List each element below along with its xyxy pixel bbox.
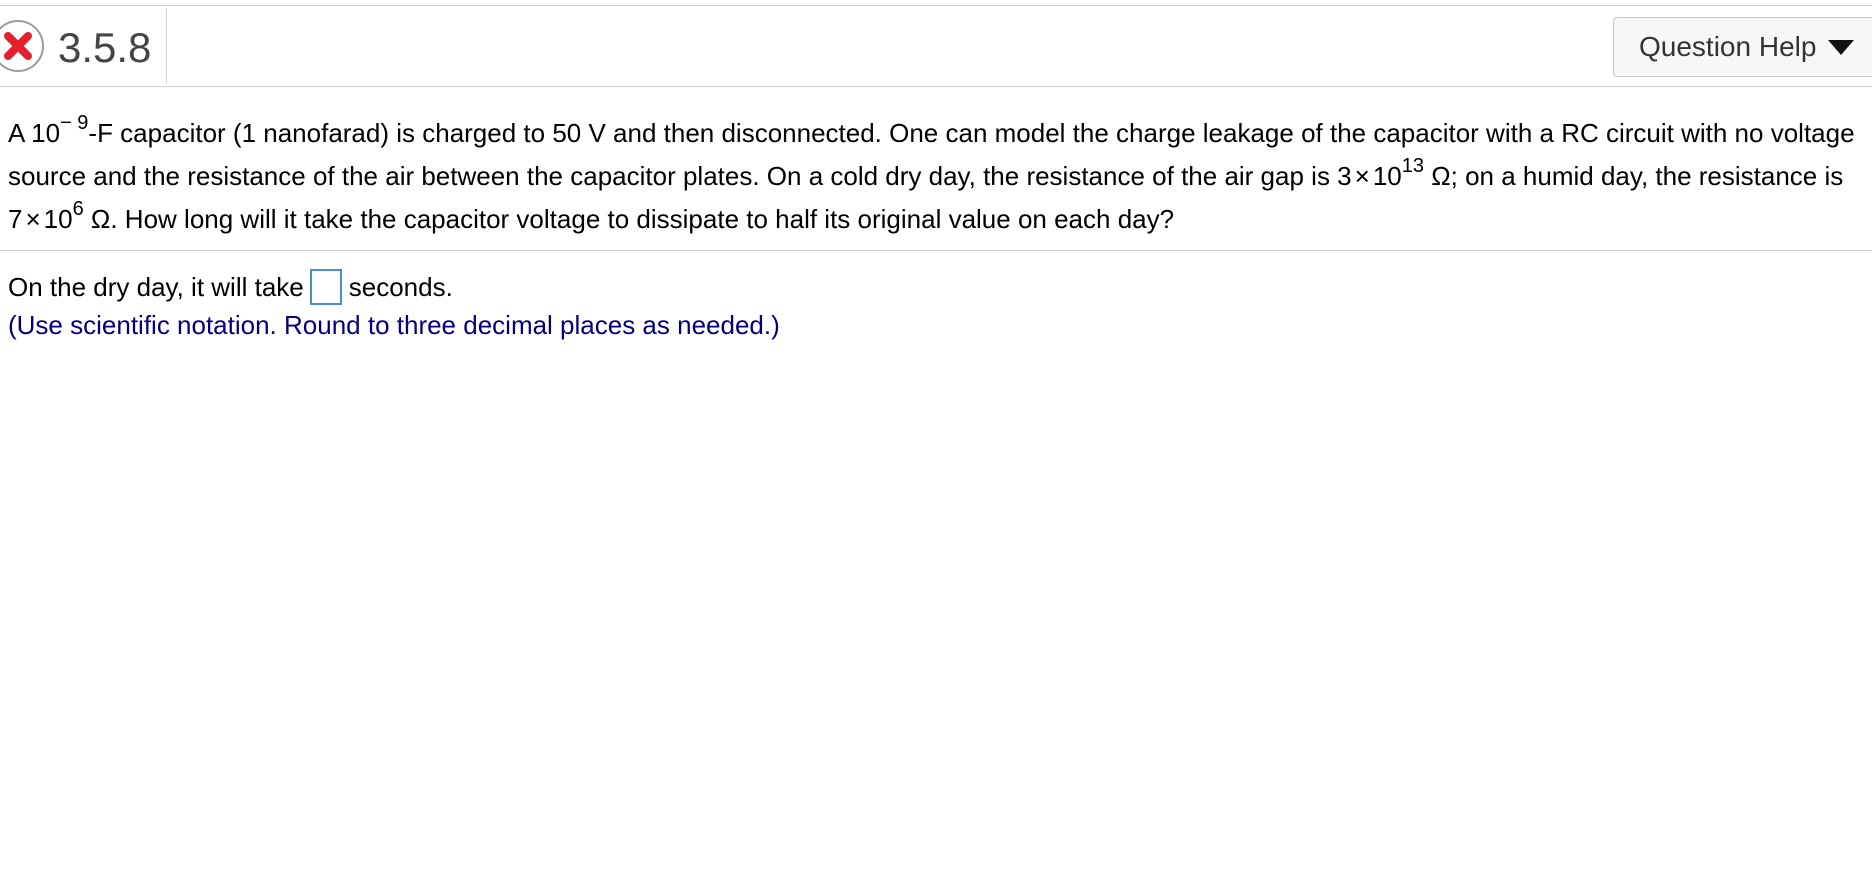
exponent: 13 [1401,155,1424,177]
answer-hint: (Use scientific notation. Round to three… [8,310,780,340]
problem-statement: A 10− 9-F capacitor (1 nanofarad) is cha… [8,112,1870,241]
x-circle-icon [0,20,44,72]
problem-text: -F capacitor (1 nanofarad) is charged to… [88,118,1855,148]
question-header: 3.5.8 Question Help [0,5,1872,87]
problem-text: 7 [8,204,23,234]
question-help-button[interactable]: Question Help [1613,17,1872,77]
problem-line-2: source and the resistance of the air bet… [8,155,1870,198]
exponent: − 9 [60,112,89,134]
problem-text: 10 [43,204,73,234]
header-divider [166,8,167,84]
problem-text: source and the resistance of the air bet… [8,161,1352,191]
triangle-down-icon [1826,18,1856,76]
x-mark [4,32,32,60]
problem-text: A 10 [8,118,61,148]
times-symbol: × [1354,161,1370,191]
exponent: 6 [72,198,84,220]
problem-line-3: 7 × 106 Ω. How long will it take the capac… [8,198,1870,241]
answer-line: On the dry day, it will take seconds. [8,268,453,306]
answer-suffix: seconds. [348,272,453,302]
question-number: 3.5.8 [58,24,152,71]
answer-input[interactable] [309,269,342,305]
problem-text: Ω; on a humid day, the resistance is [1423,161,1844,191]
answer-prefix: On the dry day, it will take [8,272,304,302]
problem-text: Ω. How long will it take the capacitor v… [83,204,1175,234]
question-help-label: Question Help [1639,31,1817,62]
problem-line-1: A 10− 9-F capacitor (1 nanofarad) is cha… [8,112,1870,155]
problem-text: 10 [1372,161,1402,191]
section-divider [0,250,1872,251]
times-symbol: × [25,204,41,234]
